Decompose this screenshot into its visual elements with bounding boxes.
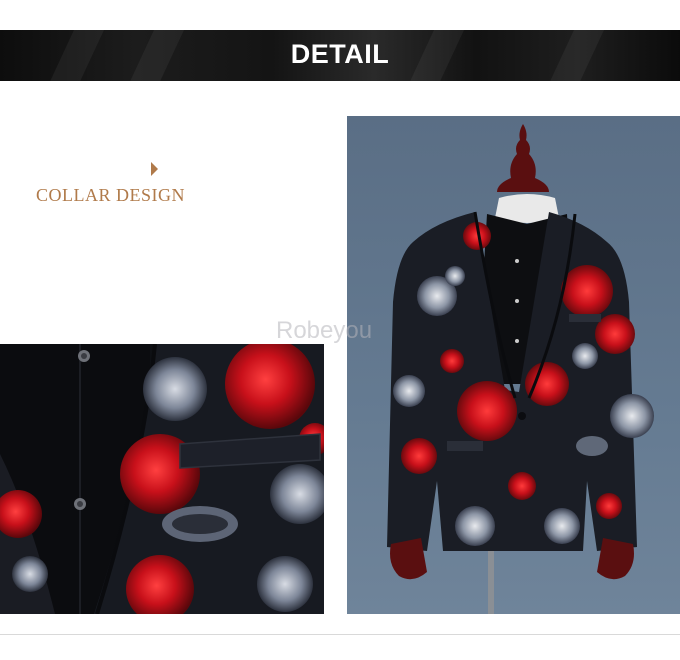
product-photo-full-jacket — [347, 116, 680, 614]
watermark: Robeyou — [276, 317, 373, 344]
section-label: COLLAR DESIGN — [36, 185, 185, 205]
banner-title: DETAIL — [290, 39, 390, 69]
caret-right-icon — [151, 162, 158, 176]
collar-closeup-illustration — [0, 344, 324, 614]
divider — [0, 634, 680, 635]
product-photo-collar-closeup — [0, 344, 324, 614]
detail-banner: DETAIL — [0, 30, 680, 81]
jacket-illustration — [387, 124, 654, 614]
